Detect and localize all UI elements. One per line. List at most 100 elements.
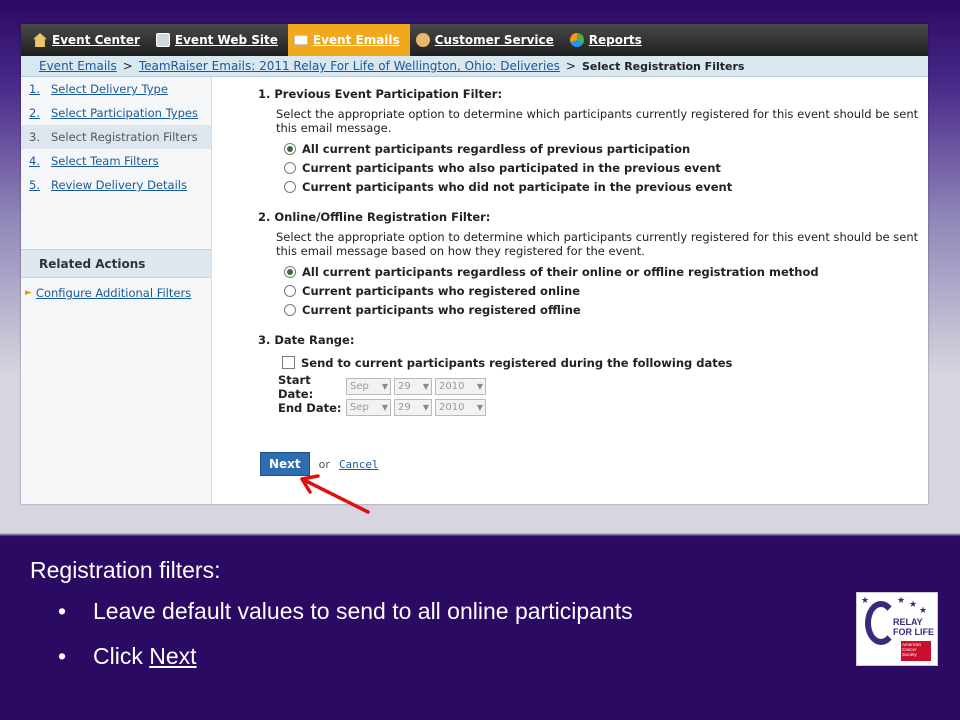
end-date-row: End Date: Sep ▼ 29 ▼ 2010 ▼ (278, 397, 928, 418)
breadcrumb: Event Emails > TeamRaiser Emails: 2011 R… (21, 56, 928, 77)
start-month-select[interactable]: Sep ▼ (346, 378, 391, 395)
star-icon: ★ (919, 605, 928, 615)
cancel-link[interactable]: Cancel (339, 458, 379, 471)
nav-customer-service[interactable]: Customer Service (410, 24, 564, 56)
breadcrumb-event-emails[interactable]: Event Emails (39, 59, 117, 73)
end-year-select[interactable]: 2010 ▼ (435, 399, 486, 416)
radio-label: All current participants regardless of t… (302, 264, 819, 279)
radio-label: Current participants who registered onli… (302, 283, 581, 298)
nav-label: Event Web Site (174, 33, 278, 47)
radio-option-all-participants[interactable]: All current participants regardless of p… (284, 139, 928, 158)
bullet-marker: • (58, 643, 67, 669)
step-number: 2. (29, 106, 40, 120)
star-icon: ★ (909, 599, 918, 609)
radio-label: Current participants who also participat… (302, 160, 721, 175)
chevron-down-icon: ▼ (476, 382, 483, 391)
step-label: Review Delivery Details (51, 178, 187, 192)
chevron-down-icon: ▼ (422, 403, 429, 412)
website-icon (155, 33, 170, 47)
caption-bullet: • Click Next (58, 643, 633, 688)
section-title: 1. Previous Event Participation Filter: (258, 87, 503, 101)
triangle-right-icon: ► (25, 288, 32, 298)
bullet-text: Click Next (93, 643, 197, 688)
date-range-checkbox-row[interactable]: Send to current participants registered … (282, 353, 928, 372)
radio-button[interactable] (284, 161, 296, 174)
bullet-prefix: Click (93, 643, 150, 669)
section-description: Select the appropriate option to determi… (276, 230, 919, 258)
previous-event-filter-section: 1. Previous Event Participation Filter: … (258, 87, 928, 196)
app-screenshot: Event Center Event Web Site Event Emails… (21, 24, 928, 504)
bullet-marker: • (58, 598, 67, 624)
online-offline-filter-section: 2. Online/Offline Registration Filter: S… (258, 210, 928, 319)
breadcrumb-separator: > (565, 59, 576, 73)
nav-event-web-site[interactable]: Event Web Site (150, 24, 288, 56)
select-value: Sep (350, 402, 369, 413)
breadcrumb-separator: > (122, 59, 133, 73)
step-label: Select Team Filters (51, 154, 159, 168)
radio-option-any-method[interactable]: All current participants regardless of t… (284, 262, 928, 281)
related-action-item: ► Configure Additional Filters (21, 278, 211, 308)
caption-title: Registration filters: (30, 557, 221, 583)
nav-label: Event Emails (312, 33, 400, 47)
step-label: Select Registration Filters (51, 130, 198, 144)
breadcrumb-deliveries[interactable]: TeamRaiser Emails: 2011 Relay For Life o… (139, 59, 560, 73)
acs-badge: American Cancer Society (901, 641, 931, 661)
logo-text: RELAY FOR LIFE (893, 617, 934, 637)
radio-button[interactable] (284, 284, 296, 297)
radio-option-did-not-participate[interactable]: Current participants who did not partici… (284, 177, 928, 196)
sidebar-step-participation-types[interactable]: 2. Select Participation Types (21, 101, 211, 125)
step-number: 3. (29, 130, 40, 144)
radio-button[interactable] (284, 142, 296, 155)
nav-event-emails[interactable]: Event Emails (287, 24, 410, 56)
nav-event-center[interactable]: Event Center (27, 24, 150, 56)
related-actions-heading: Related Actions (21, 249, 211, 278)
sidebar-step-delivery-type[interactable]: 1. Select Delivery Type (21, 77, 211, 101)
radio-label: Current participants who did not partici… (302, 179, 733, 194)
or-text: or (318, 457, 330, 471)
chevron-down-icon: ▼ (381, 403, 388, 412)
step-label: Select Delivery Type (51, 82, 168, 96)
start-date-label: Start Date: (278, 372, 314, 401)
logo-line2: FOR LIFE (893, 627, 934, 637)
select-value: 29 (398, 402, 411, 413)
start-year-select[interactable]: 2010 ▼ (435, 378, 486, 395)
star-icon: ★ (861, 595, 870, 605)
sidebar-step-registration-filters: 3. Select Registration Filters (21, 125, 211, 149)
nav-label: Event Center (52, 33, 140, 47)
radio-button[interactable] (284, 180, 296, 193)
start-date-row: Start Date: Sep ▼ 29 ▼ 2010 ▼ (278, 373, 928, 401)
end-day-select[interactable]: 29 ▼ (394, 399, 432, 416)
end-date-label: End Date: (278, 400, 342, 415)
sidebar-step-review-delivery[interactable]: 5. Review Delivery Details (21, 173, 211, 197)
date-range-checkbox[interactable] (282, 356, 295, 369)
step-label: Select Participation Types (51, 106, 198, 120)
radio-button[interactable] (284, 303, 296, 316)
radio-button[interactable] (284, 265, 296, 278)
date-range-section: 3. Date Range: Send to current participa… (258, 333, 928, 418)
sidebar: 1. Select Delivery Type 2. Select Partic… (21, 77, 212, 504)
configure-filters-link[interactable]: Configure Additional Filters (36, 286, 191, 300)
end-month-select[interactable]: Sep ▼ (346, 399, 391, 416)
customer-service-icon (415, 33, 430, 47)
radio-option-also-participated[interactable]: Current participants who also participat… (284, 158, 928, 177)
start-day-select[interactable]: 29 ▼ (394, 378, 432, 395)
nav-reports[interactable]: Reports (564, 24, 652, 56)
step-number: 4. (29, 154, 40, 168)
star-icon: ★ (897, 595, 906, 605)
relay-for-life-logo: ★ ★ ★ ★ RELAY FOR LIFE American Cancer S… (856, 592, 938, 666)
select-value: Sep (350, 381, 369, 392)
section-description: Select the appropriate option to determi… (276, 107, 919, 135)
nav-label: Customer Service (434, 33, 554, 47)
reports-icon (569, 33, 584, 47)
radio-option-registered-offline[interactable]: Current participants who registered offl… (284, 300, 928, 319)
home-icon (33, 33, 47, 47)
email-icon (293, 35, 308, 45)
nav-label: Reports (588, 33, 642, 47)
red-arrow-annotation-icon (300, 474, 370, 514)
chevron-down-icon: ▼ (381, 382, 388, 391)
sidebar-step-team-filters[interactable]: 4. Select Team Filters (21, 149, 211, 173)
main-content: 1. Previous Event Participation Filter: … (221, 77, 928, 504)
bullet-next-link: Next (149, 643, 197, 669)
radio-option-registered-online[interactable]: Current participants who registered onli… (284, 281, 928, 300)
step-number: 5. (29, 178, 40, 192)
